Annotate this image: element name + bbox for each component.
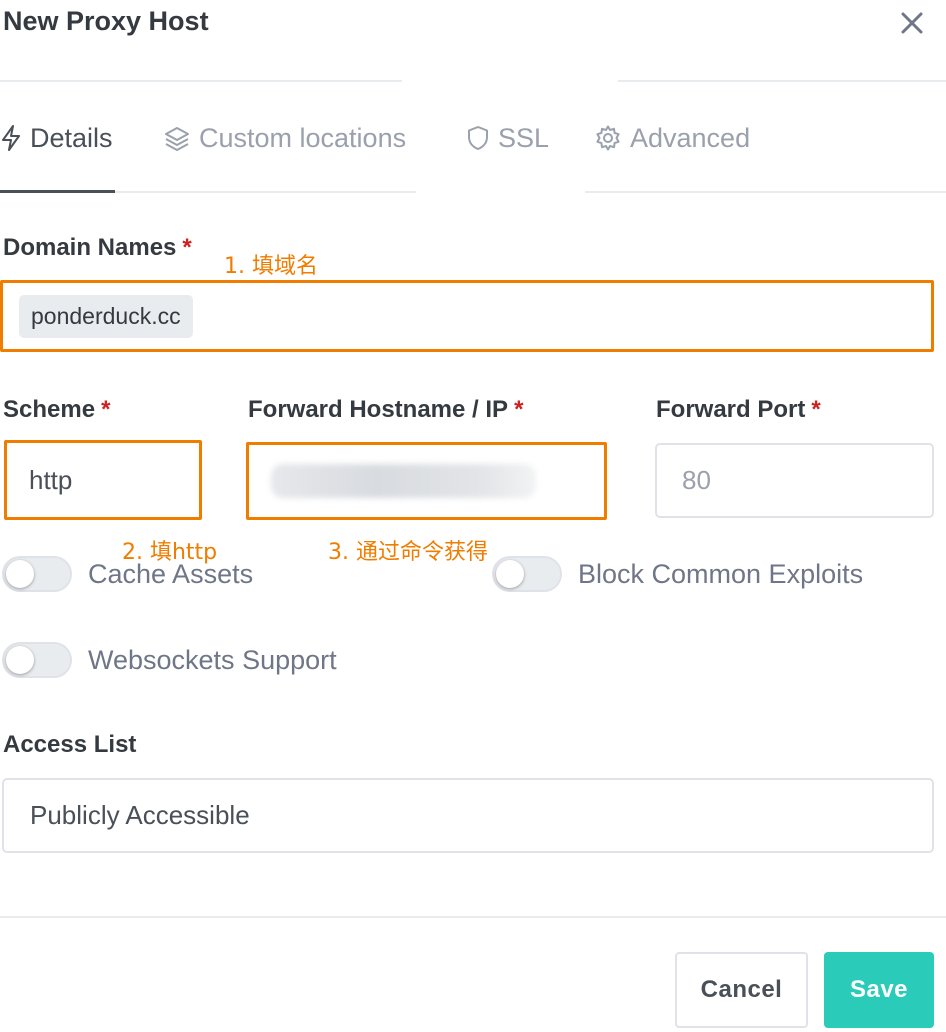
close-button[interactable] bbox=[897, 8, 927, 38]
websockets-support-label: Websockets Support bbox=[88, 644, 337, 675]
websockets-support-toggle[interactable] bbox=[2, 642, 72, 678]
forward-hostname-input[interactable] bbox=[246, 442, 607, 520]
access-list-value: Publicly Accessible bbox=[30, 800, 250, 830]
tab-details[interactable]: Details bbox=[0, 118, 113, 158]
tab-ssl-label: SSL bbox=[498, 122, 550, 153]
tab-custom-locations[interactable]: Custom locations bbox=[163, 118, 406, 158]
domain-names-input[interactable]: ponderduck.cc bbox=[0, 280, 934, 352]
forward-port-input[interactable]: 80 bbox=[655, 443, 934, 518]
websockets-support-toggle-row: Websockets Support bbox=[2, 642, 337, 678]
access-list-label: Access List bbox=[3, 731, 137, 758]
tabs-divider-left bbox=[115, 191, 416, 193]
toggle-knob bbox=[496, 560, 524, 588]
toggle-knob bbox=[6, 560, 34, 588]
required-marker: * bbox=[514, 396, 524, 423]
header-divider-left bbox=[0, 80, 402, 82]
cache-assets-toggle[interactable] bbox=[2, 556, 72, 592]
footer-divider bbox=[0, 916, 946, 918]
redacted-hostname bbox=[271, 464, 536, 498]
required-marker: * bbox=[182, 234, 192, 261]
annotation-step-3: 3. 通过命令获得 bbox=[328, 540, 488, 565]
gear-icon bbox=[596, 125, 620, 151]
annotation-step-1: 1. 填域名 bbox=[224, 254, 318, 279]
tab-ssl[interactable]: SSL bbox=[466, 118, 549, 158]
block-common-exploits-toggle-row: Block Common Exploits bbox=[492, 556, 863, 592]
close-icon bbox=[901, 12, 923, 34]
domain-names-label: Domain Names * bbox=[3, 234, 192, 261]
save-button[interactable]: Save bbox=[824, 952, 934, 1028]
scheme-label: Scheme * bbox=[3, 396, 111, 423]
access-list-select[interactable]: Publicly Accessible bbox=[2, 778, 934, 853]
cancel-button[interactable]: Cancel bbox=[675, 952, 808, 1028]
dialog-title: New Proxy Host bbox=[3, 6, 209, 36]
tab-advanced[interactable]: Advanced bbox=[594, 118, 750, 158]
scheme-input[interactable]: http bbox=[4, 440, 202, 520]
cache-assets-toggle-row: Cache Assets bbox=[2, 556, 253, 592]
tab-custom-locations-label: Custom locations bbox=[199, 122, 407, 153]
tab-details-label: Details bbox=[30, 122, 113, 153]
required-marker: * bbox=[811, 396, 821, 423]
shield-icon bbox=[468, 126, 488, 150]
required-marker: * bbox=[101, 396, 111, 423]
block-common-exploits-label: Block Common Exploits bbox=[578, 558, 864, 589]
forward-port-placeholder: 80 bbox=[682, 465, 711, 495]
cache-assets-label: Cache Assets bbox=[88, 558, 254, 589]
bolt-icon bbox=[2, 125, 20, 151]
tab-advanced-label: Advanced bbox=[630, 122, 751, 153]
scheme-value: http bbox=[29, 464, 73, 495]
header-divider-right bbox=[618, 80, 946, 82]
domain-chip[interactable]: ponderduck.cc bbox=[19, 294, 193, 338]
toggle-knob bbox=[6, 646, 34, 674]
forward-hostname-label: Forward Hostname / IP * bbox=[248, 396, 524, 423]
forward-port-label: Forward Port * bbox=[656, 396, 821, 423]
block-common-exploits-toggle[interactable] bbox=[492, 556, 562, 592]
layers-icon bbox=[165, 127, 189, 151]
active-tab-indicator bbox=[0, 190, 115, 193]
tabs-divider-right bbox=[585, 191, 946, 193]
